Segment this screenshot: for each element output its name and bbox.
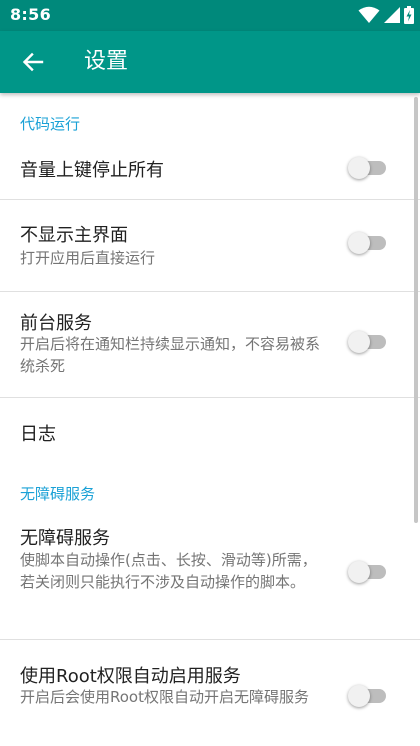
cellular-signal-icon bbox=[384, 7, 400, 23]
pref-foreground-service[interactable]: 前台服务 开启后将在通知栏持续显示通知，不容易被系统杀死 bbox=[0, 292, 420, 397]
settings-list[interactable]: 代码运行 音量上键停止所有 不显示主界面 打开应用后直接运行 前台服务 开启后将… bbox=[0, 93, 420, 746]
pref-title: 不显示主界面 bbox=[20, 225, 128, 246]
status-time: 8:56 bbox=[10, 5, 51, 24]
pref-title: 使用Root权限自动启用服务 bbox=[20, 666, 241, 687]
pref-log[interactable]: 日志 bbox=[0, 398, 420, 464]
wifi-icon bbox=[358, 6, 380, 23]
accessibility-service-switch[interactable] bbox=[348, 561, 388, 583]
status-bar: 8:56 bbox=[0, 0, 420, 31]
app-bar: 设置 bbox=[0, 31, 420, 93]
pref-summary: 打开应用后直接运行 bbox=[20, 249, 156, 267]
page-title: 设置 bbox=[84, 49, 129, 74]
pref-title: 音量上键停止所有 bbox=[20, 160, 164, 181]
pref-title: 日志 bbox=[20, 424, 56, 445]
category-accessibility: 无障碍服务 bbox=[20, 485, 96, 503]
root-auto-enable-switch[interactable] bbox=[348, 685, 388, 707]
category-code-run: 代码运行 bbox=[20, 115, 81, 133]
pref-root-auto-enable[interactable]: 使用Root权限自动启用服务 开启后会使用Root权限自动开启无障碍服务 bbox=[0, 640, 420, 746]
pref-volume-up-stop[interactable]: 音量上键停止所有 bbox=[0, 137, 420, 199]
pref-title: 无障碍服务 bbox=[20, 528, 110, 549]
battery-charging-icon bbox=[404, 6, 414, 24]
arrow-left-icon bbox=[22, 52, 44, 72]
pref-summary: 开启后将在通知栏持续显示通知，不容易被系统杀死 bbox=[20, 335, 321, 375]
pref-hide-main-ui[interactable]: 不显示主界面 打开应用后直接运行 bbox=[0, 200, 420, 291]
pref-summary: 使脚本自动操作(点击、长按、滑动等)所需，若关闭则只能执行不涉及自动操作的脚本。 bbox=[20, 551, 317, 591]
status-icons bbox=[358, 6, 414, 24]
volume-up-stop-switch[interactable] bbox=[348, 157, 388, 179]
scrollbar[interactable] bbox=[414, 97, 418, 523]
pref-accessibility-service[interactable]: 无障碍服务 使脚本自动操作(点击、长按、滑动等)所需，若关闭则只能执行不涉及自动… bbox=[0, 511, 420, 639]
pref-title: 前台服务 bbox=[20, 313, 92, 334]
back-button[interactable] bbox=[14, 43, 52, 81]
hide-main-ui-switch[interactable] bbox=[348, 232, 388, 254]
pref-summary: 开启后会使用Root权限自动开启无障碍服务 bbox=[20, 688, 309, 706]
foreground-service-switch[interactable] bbox=[348, 331, 388, 353]
